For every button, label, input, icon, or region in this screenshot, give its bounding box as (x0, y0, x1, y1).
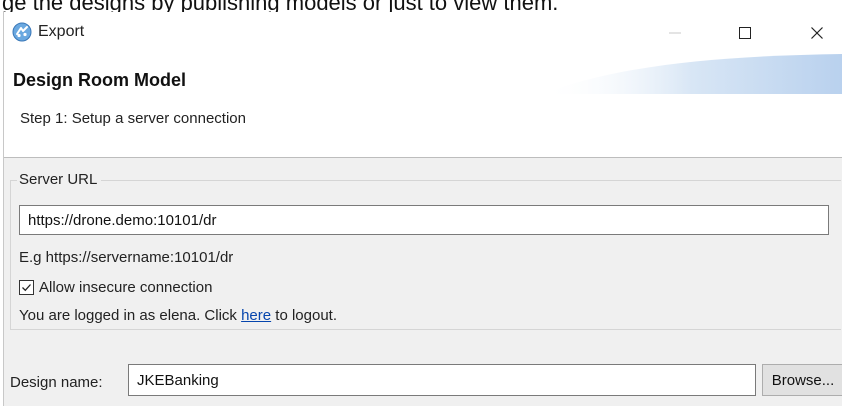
maximize-icon (739, 27, 751, 39)
minimize-button[interactable] (662, 20, 688, 46)
browse-button[interactable]: Browse... (762, 364, 842, 396)
header-banner-graphic (542, 54, 842, 94)
maximize-button[interactable] (732, 20, 758, 46)
login-status: You are logged in as elena. Click here t… (19, 307, 337, 324)
page-title: Design Room Model (13, 70, 187, 90)
allow-insecure-row[interactable]: Allow insecure connection (19, 277, 212, 297)
login-status-suffix: to logout. (271, 307, 338, 324)
export-dialog: Export Design Room Model Step 1: Setup a… (3, 12, 842, 406)
server-url-hint: E.g https://servername:10101/dr (19, 249, 234, 266)
server-url-group: Server URL E.g https://servername:10101/… (10, 171, 841, 330)
window-title: Export (38, 23, 85, 40)
design-name-label: Design name: (10, 374, 103, 391)
wizard-body: Server URL E.g https://servername:10101/… (4, 158, 842, 406)
checkmark-icon (22, 283, 31, 291)
server-url-legend: Server URL (17, 171, 102, 188)
close-icon (811, 27, 823, 39)
login-status-prefix: You are logged in as elena. Click (19, 307, 242, 324)
close-button[interactable] (804, 20, 830, 46)
wizard-header: Design Room Model Step 1: Setup a server… (4, 54, 842, 158)
design-name-input[interactable] (128, 364, 756, 396)
title-bar: Export (4, 12, 842, 54)
step-description: Step 1: Setup a server connection (20, 110, 246, 127)
allow-insecure-label: Allow insecure connection (39, 278, 213, 296)
server-url-input[interactable] (19, 205, 829, 235)
minimize-icon (669, 32, 681, 34)
logout-link[interactable]: here (241, 307, 271, 324)
export-wizard-icon (12, 22, 32, 42)
allow-insecure-checkbox[interactable] (19, 279, 34, 295)
